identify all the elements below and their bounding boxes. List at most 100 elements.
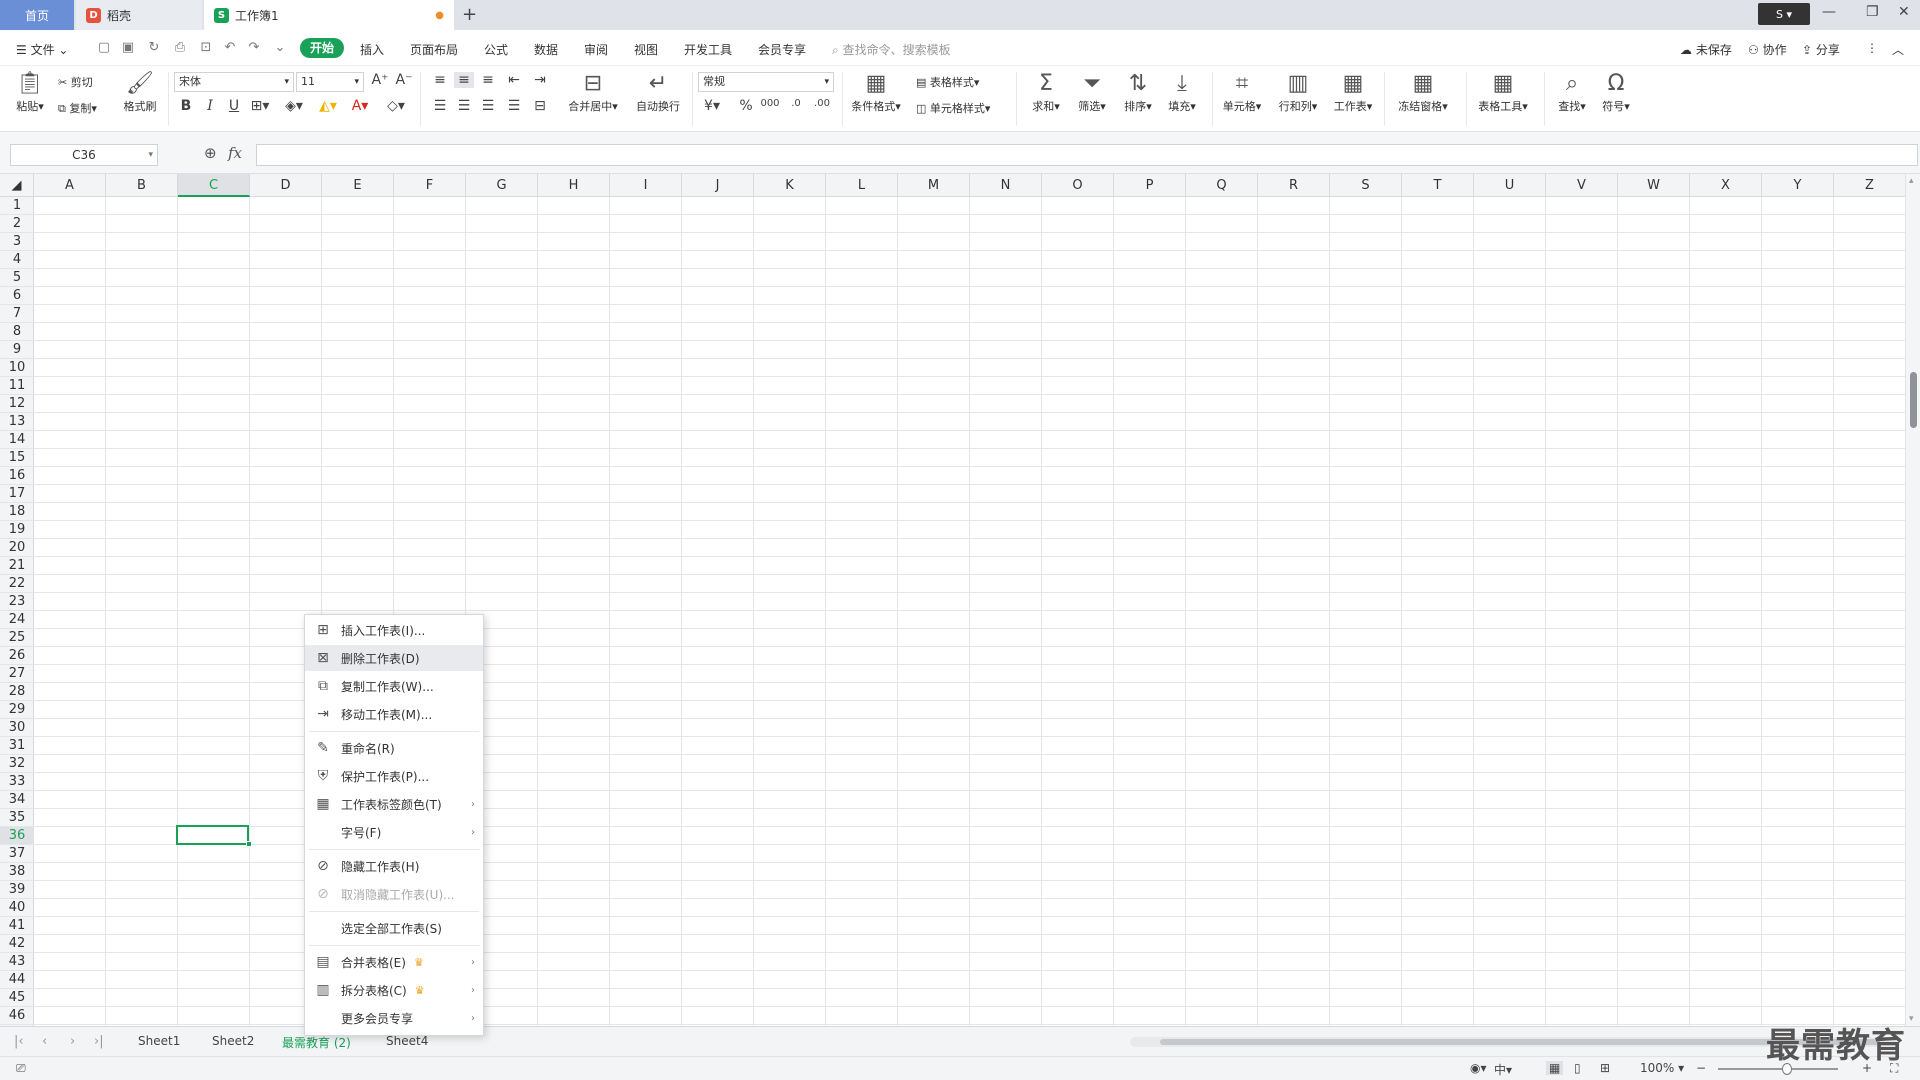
context-menu-item[interactable]: ⊠ 删除工作表(D) bbox=[305, 645, 483, 671]
sheet-tab-4[interactable]: Sheet4 bbox=[386, 1034, 428, 1048]
column-header-x[interactable]: X bbox=[1690, 174, 1762, 197]
cell-style-button[interactable]: ◫ 单元格样式▾ bbox=[916, 100, 990, 116]
row-header[interactable]: 23 bbox=[0, 593, 34, 611]
column-header-g[interactable]: G bbox=[466, 174, 538, 197]
row-header[interactable]: 21 bbox=[0, 557, 34, 575]
indent-decrease-icon[interactable]: ⇤ bbox=[504, 72, 524, 88]
thousands-icon[interactable]: 000 bbox=[760, 98, 780, 109]
column-header-b[interactable]: B bbox=[106, 174, 178, 197]
command-search[interactable]: ⌕ 查找命令、搜索模板 bbox=[832, 41, 951, 58]
row-header[interactable]: 12 bbox=[0, 395, 34, 413]
tab-workbook[interactable]: S 工作簿1 ● bbox=[204, 0, 454, 30]
row-header[interactable]: 14 bbox=[0, 431, 34, 449]
context-menu-item[interactable]: 更多会员专享 › bbox=[305, 1005, 483, 1031]
page-layout-view-icon[interactable]: ▯ bbox=[1574, 1061, 1581, 1075]
row-header[interactable]: 30 bbox=[0, 719, 34, 737]
column-header-u[interactable]: U bbox=[1474, 174, 1546, 197]
row-header[interactable]: 45 bbox=[0, 989, 34, 1007]
zoom-slider[interactable] bbox=[1718, 1068, 1838, 1070]
justify-icon[interactable]: ☰ bbox=[504, 98, 524, 114]
fill-handle[interactable] bbox=[246, 841, 252, 847]
row-header[interactable]: 36 bbox=[0, 827, 34, 845]
fill-button[interactable]: ⤓ 填充▾ bbox=[1162, 70, 1202, 114]
column-header-a[interactable]: A bbox=[34, 174, 106, 197]
row-header[interactable]: 28 bbox=[0, 683, 34, 701]
row-header[interactable]: 18 bbox=[0, 503, 34, 521]
input-method-icon[interactable]: 中▾ bbox=[1494, 1061, 1512, 1078]
bold-icon[interactable]: B bbox=[176, 98, 196, 114]
column-header-h[interactable]: H bbox=[538, 174, 610, 197]
menu-member[interactable]: 会员专享 bbox=[758, 41, 806, 58]
redo-icon[interactable]: ↷ bbox=[246, 40, 262, 56]
column-header-c[interactable]: C bbox=[178, 174, 250, 197]
decrease-decimal-icon[interactable]: .00 bbox=[812, 98, 832, 109]
highlight-icon[interactable]: ◭▾ bbox=[318, 98, 338, 114]
restore-icon[interactable]: ❐ bbox=[1866, 4, 1879, 20]
row-header[interactable]: 42 bbox=[0, 935, 34, 953]
context-menu-item[interactable]: ▤ 合并表格(E) ♛ › bbox=[305, 949, 483, 975]
context-menu-item[interactable]: 选定全部工作表(S) bbox=[305, 915, 483, 941]
zoom-level[interactable]: 100% ▾ bbox=[1640, 1061, 1684, 1075]
menu-data[interactable]: 数据 bbox=[534, 41, 558, 58]
menu-start[interactable]: 开始 bbox=[300, 38, 344, 58]
save-icon[interactable]: ▣ bbox=[120, 40, 136, 56]
next-sheet-icon[interactable]: › bbox=[70, 1034, 75, 1049]
row-header[interactable]: 19 bbox=[0, 521, 34, 539]
column-header-j[interactable]: J bbox=[682, 174, 754, 197]
prev-sheet-icon[interactable]: ‹ bbox=[42, 1034, 47, 1049]
column-header-w[interactable]: W bbox=[1618, 174, 1690, 197]
sheet-tab-3[interactable]: 最需教育 (2) bbox=[282, 1034, 351, 1051]
freeze-panes-button[interactable]: ▦ 冻结窗格▾ bbox=[1392, 70, 1454, 114]
column-header-z[interactable]: Z bbox=[1834, 174, 1905, 197]
row-header[interactable]: 41 bbox=[0, 917, 34, 935]
column-header-v[interactable]: V bbox=[1546, 174, 1618, 197]
percent-icon[interactable]: % bbox=[736, 98, 756, 114]
column-header-m[interactable]: M bbox=[898, 174, 970, 197]
vertical-scrollbar[interactable]: ▴ ▾ bbox=[1905, 174, 1920, 1026]
column-header-q[interactable]: Q bbox=[1186, 174, 1258, 197]
font-family-select[interactable]: 宋体 ▾ bbox=[174, 72, 294, 92]
increase-decimal-icon[interactable]: .0 bbox=[786, 98, 806, 109]
print-icon[interactable]: ⎙ bbox=[172, 40, 188, 56]
paste-button[interactable]: 📋︎ 粘贴▾ bbox=[12, 70, 48, 114]
undo-icon[interactable]: ↶ bbox=[222, 40, 238, 56]
row-header[interactable]: 39 bbox=[0, 881, 34, 899]
row-header[interactable]: 11 bbox=[0, 377, 34, 395]
align-center-icon[interactable]: ☰ bbox=[454, 98, 474, 114]
cell-button[interactable]: ⌗ 单元格▾ bbox=[1218, 70, 1266, 114]
row-header[interactable]: 3 bbox=[0, 233, 34, 251]
new-tab-plus-icon[interactable]: + bbox=[462, 4, 477, 25]
export-icon[interactable]: ↻ bbox=[146, 40, 162, 56]
find-button[interactable]: ⌕ 查找▾ bbox=[1552, 70, 1592, 114]
row-header[interactable]: 22 bbox=[0, 575, 34, 593]
unsaved-button[interactable]: ☁ 未保存 bbox=[1680, 41, 1732, 58]
page-break-view-icon[interactable]: ⊞ bbox=[1600, 1061, 1610, 1075]
indent-increase-icon[interactable]: ⇥ bbox=[530, 72, 550, 88]
name-box[interactable]: C36 ▾ bbox=[10, 144, 158, 166]
sheet-tab-1[interactable]: Sheet1 bbox=[138, 1034, 180, 1048]
row-header[interactable]: 25 bbox=[0, 629, 34, 647]
font-size-select[interactable]: 11 ▾ bbox=[296, 72, 364, 92]
clear-format-icon[interactable]: ◇▾ bbox=[386, 98, 406, 114]
cut-button[interactable]: ✂ 剪切 bbox=[58, 74, 93, 90]
column-header-n[interactable]: N bbox=[970, 174, 1042, 197]
row-header[interactable]: 20 bbox=[0, 539, 34, 557]
border-icon[interactable]: ⊞▾ bbox=[250, 98, 270, 114]
row-header[interactable]: 13 bbox=[0, 413, 34, 431]
align-middle-icon[interactable]: ≡ bbox=[454, 72, 474, 88]
align-left-icon[interactable]: ☰ bbox=[430, 98, 450, 114]
row-header[interactable]: 37 bbox=[0, 845, 34, 863]
context-menu-item[interactable]: ⧉ 复制工作表(W)... bbox=[305, 673, 483, 699]
context-menu-item[interactable]: ▥ 拆分表格(C) ♛ › bbox=[305, 977, 483, 1003]
row-col-button[interactable]: ▥ 行和列▾ bbox=[1274, 70, 1322, 114]
row-header[interactable]: 17 bbox=[0, 485, 34, 503]
sort-button[interactable]: ⇅ 排序▾ bbox=[1118, 70, 1158, 114]
italic-icon[interactable]: I bbox=[200, 98, 220, 114]
conditional-format-button[interactable]: ▦ 条件格式▾ bbox=[848, 70, 904, 114]
row-header[interactable]: 2 bbox=[0, 215, 34, 233]
row-header[interactable]: 44 bbox=[0, 971, 34, 989]
context-menu-item[interactable]: ⊘ 隐藏工作表(H) bbox=[305, 853, 483, 879]
decrease-font-icon[interactable]: A⁻ bbox=[394, 72, 414, 88]
context-menu-item[interactable]: ⇥ 移动工作表(M)... bbox=[305, 701, 483, 727]
row-header[interactable]: 32 bbox=[0, 755, 34, 773]
